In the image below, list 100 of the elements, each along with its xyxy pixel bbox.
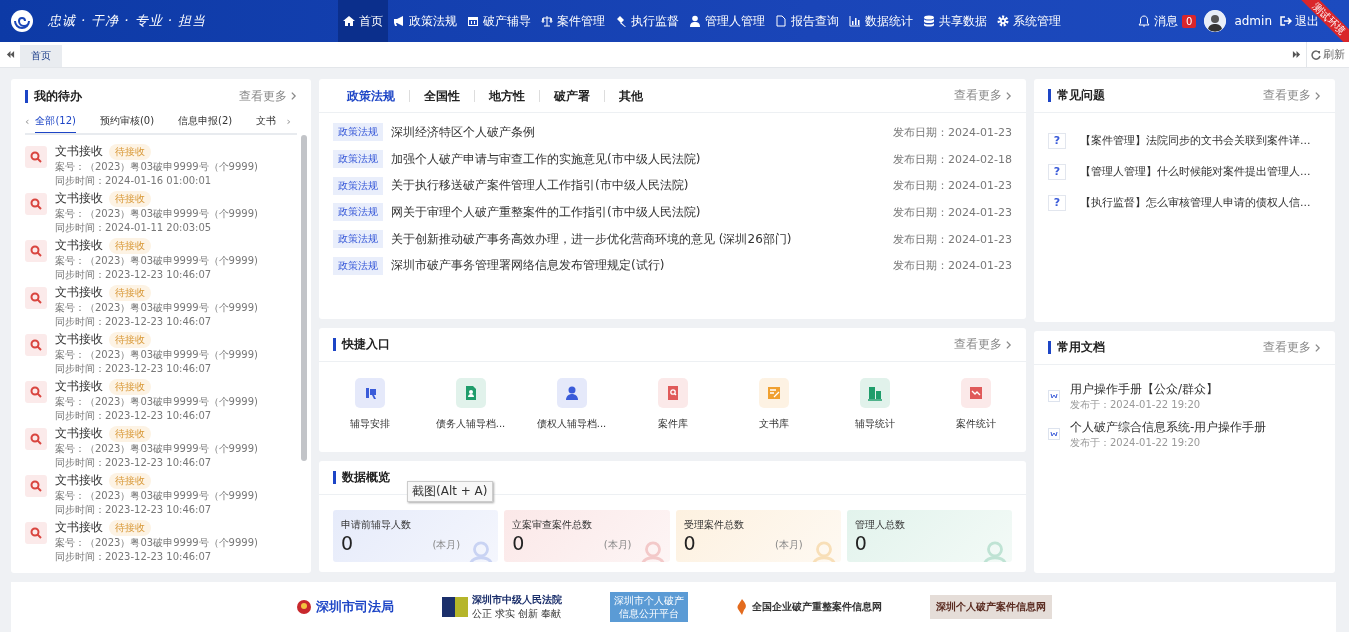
category-tag: 政策法规	[333, 176, 383, 195]
question-icon: ?	[1048, 132, 1066, 149]
shortcut[interactable]: 文书库	[728, 378, 819, 431]
shortcut[interactable]: 债务人辅导档...	[425, 378, 516, 431]
card-title: 常见问题	[1048, 89, 1105, 102]
stat-label: 立案审查案件总数	[512, 518, 594, 532]
view-more-link[interactable]: 查看更多	[1263, 339, 1321, 356]
faq-link[interactable]: 【管理人管理】什么时候能对案件提出管理人...	[1080, 164, 1311, 179]
case-number: 案号：（2023）粤03破申9999号（个9999)	[55, 301, 258, 315]
search-icon	[25, 287, 47, 309]
emblem-icon	[295, 599, 312, 615]
page-tab[interactable]: 首页	[20, 45, 62, 67]
partner-link[interactable]: 全国企业破产重整案件信息网	[751, 600, 882, 614]
logout-icon	[1280, 15, 1292, 27]
partner-link[interactable]: 深圳市中级人民法院	[471, 593, 562, 607]
document-link[interactable]: 个人破产综合信息系统-用户操作手册	[1070, 418, 1267, 436]
sync-time: 同步时间：2023-12-23 10:46:07	[55, 503, 213, 517]
refresh-button[interactable]: 刷新	[1306, 42, 1349, 67]
category-tab[interactable]: 破产署	[540, 89, 605, 102]
shortcut[interactable]: 案件库	[627, 378, 718, 431]
policy-link[interactable]: 加强个人破产申请与审查工作的实施意见(市中级人民法院)	[391, 150, 886, 168]
avatar-icon	[1204, 10, 1227, 32]
scales-icon	[541, 15, 553, 27]
publish-date: 发布日期：2024-02-18	[893, 151, 1012, 167]
slogan-text: 忠诚 · 干净 · 专业 · 担当	[48, 12, 208, 30]
flame-icon	[735, 599, 748, 615]
filter-tab[interactable]: 信息申报(2)	[178, 114, 233, 133]
shortcut[interactable]: 辅导安排	[324, 378, 415, 431]
status-tag: 待接收	[109, 519, 151, 536]
view-more-link[interactable]: 查看更多	[1263, 87, 1321, 104]
sync-time: 同步时间：2023-12-23 10:46:07	[55, 315, 213, 329]
nav-item[interactable]: 系统管理	[992, 0, 1066, 42]
publish-date: 发布于：2024-01-22 19:20	[1070, 435, 1202, 450]
partner-link[interactable]: 深圳市司法局	[315, 598, 394, 616]
filter-tab[interactable]: 预约审核(0)	[99, 114, 155, 133]
faq-link[interactable]: 【案件管理】法院同步的文书会关联到案件详...	[1080, 133, 1311, 148]
category-tag: 政策法规	[333, 123, 383, 142]
messages-button[interactable]: 消息 0	[1138, 12, 1197, 30]
stat-label: 管理人总数	[854, 518, 906, 532]
shortcut[interactable]: 债权人辅导档...	[526, 378, 617, 431]
nav-item[interactable]: 破产辅导	[462, 0, 536, 42]
card-title: 我的待办	[25, 89, 82, 103]
stat-label: 申请前辅导人数	[341, 518, 412, 532]
database-icon	[923, 15, 935, 27]
chevron-right-icon	[1314, 90, 1321, 101]
policy-link[interactable]: 深圳经济特区个人破产条例	[391, 123, 886, 141]
nav-item[interactable]: 共享数据	[918, 0, 992, 42]
filter-tab[interactable]: 全部(12)	[35, 114, 76, 133]
view-more-link[interactable]: 查看更多	[954, 87, 1012, 104]
nav-item[interactable]: 执行监督	[610, 0, 684, 42]
nav-item[interactable]: 报告查询	[770, 0, 844, 42]
document-link[interactable]: 用户操作手册【公众/群众】	[1070, 380, 1219, 398]
scrollbar-thumb[interactable]	[301, 135, 307, 461]
sync-time: 同步时间：2024-01-16 01:00:01	[55, 174, 213, 188]
user-name[interactable]: admin	[1234, 14, 1272, 28]
publish-date: 发布日期：2024-01-23	[893, 204, 1012, 220]
nav-item[interactable]: 首页	[338, 0, 388, 42]
policy-link[interactable]: 深圳市破产事务管理署网络信息发布管理规定(试行)	[391, 257, 886, 275]
sync-time: 同步时间：2023-12-23 10:46:07	[55, 268, 213, 282]
motto-text: 公正 求实 创新 奉献	[471, 607, 562, 621]
bell-icon	[1138, 15, 1150, 27]
filter-tab[interactable]: 文书	[256, 114, 277, 133]
question-icon: ?	[1048, 194, 1066, 211]
policy-link[interactable]: 网关于审理个人破产重整案件的工作指引(市中级人民法院)	[391, 203, 886, 221]
sync-time: 同步时间：2024-01-11 20:03:05	[55, 221, 213, 235]
policy-link[interactable]: 关于执行移送破产案件管理人工作指引(市中级人民法院)	[391, 177, 886, 195]
view-more-link[interactable]: 查看更多	[239, 87, 297, 105]
double-left-icon	[5, 50, 15, 59]
case-number: 案号：（2023）粤03破申9999号（个9999)	[55, 207, 258, 221]
nav-item[interactable]: 案件管理	[536, 0, 610, 42]
tooltip: 截图(Alt + A)	[407, 481, 493, 502]
shortcut[interactable]: 案件统计	[930, 378, 1021, 431]
nav-item[interactable]: 数据统计	[844, 0, 918, 42]
faq-link[interactable]: 【执行监督】怎么审核管理人申请的债权人信...	[1080, 195, 1311, 210]
status-tag: 待接收	[109, 331, 151, 348]
period-label: (本月)	[432, 538, 461, 552]
chevron-right-icon	[1005, 339, 1012, 350]
stat-value: 0	[854, 532, 867, 554]
case-number: 案号：（2023）粤03破申9999号（个9999)	[55, 395, 258, 409]
megaphone-icon	[393, 15, 405, 27]
calendar-icon	[467, 15, 479, 27]
category-tab[interactable]: 政策法规	[333, 89, 410, 102]
sync-time: 同步时间：2023-12-23 10:46:07	[55, 456, 213, 470]
refresh-icon	[1311, 49, 1321, 60]
policy-link[interactable]: 关于创新推动破产事务高效办理，进一步优化营商环境的意见 (深圳26部门)	[391, 230, 886, 248]
category-tab[interactable]: 全国性	[410, 89, 475, 102]
publish-date: 发布日期：2024-01-23	[893, 124, 1012, 140]
partner-link[interactable]: 深圳个人破产案件信息网	[929, 595, 1052, 619]
nav-item[interactable]: 政策法规	[388, 0, 462, 42]
category-tab[interactable]: 地方性	[475, 89, 540, 102]
view-more-link[interactable]: 查看更多	[954, 336, 1012, 353]
nav-item[interactable]: 管理人管理	[684, 0, 770, 42]
search-icon	[25, 381, 47, 403]
card-title: 快捷入口	[333, 338, 390, 351]
double-right-icon	[1291, 50, 1301, 59]
category-tab[interactable]: 其他	[605, 89, 657, 102]
bar-chart-icon	[849, 15, 861, 27]
shortcut[interactable]: 辅导统计	[829, 378, 920, 431]
person-icon	[981, 540, 1009, 562]
publish-date: 发布日期：2024-01-23	[893, 178, 1012, 194]
